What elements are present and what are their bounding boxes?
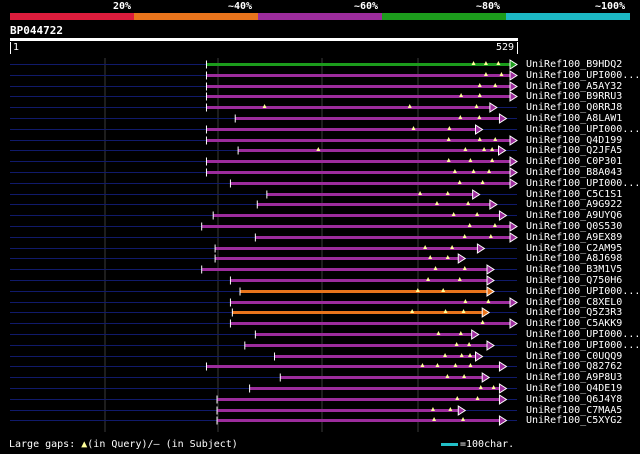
hit-arrow-icon — [471, 329, 480, 340]
hit-alignment-bar[interactable] — [230, 279, 488, 282]
scale-label: =100char. — [460, 439, 515, 450]
hit-label-link[interactable]: UniRef100_C5XYG2 — [526, 415, 622, 426]
hit-alignment-bar[interactable] — [206, 128, 477, 131]
hit-arrow-icon — [509, 297, 518, 308]
hit-label-link[interactable]: UniRef100_Q6J4Y8 — [526, 394, 622, 405]
hit-arrow-icon — [486, 286, 495, 297]
hit-alignment-bar[interactable] — [238, 149, 500, 152]
hit-alignment-bar[interactable] — [206, 139, 511, 142]
hit-arrow-icon — [509, 167, 518, 178]
hit-label-link[interactable]: UniRef100_A9G922 — [526, 199, 622, 210]
hit-alignment-bar[interactable] — [206, 85, 511, 88]
hit-label-link[interactable]: UniRef100_UPI000... — [526, 70, 640, 81]
hit-arrow-icon — [498, 415, 508, 426]
hit-label-link[interactable]: UniRef100_C5AKK9 — [526, 318, 622, 329]
hit-label-link[interactable]: UniRef100_UPI000... — [526, 340, 640, 351]
hit-arrow-icon — [457, 405, 467, 416]
hit-alignment-bar[interactable] — [206, 63, 511, 66]
hit-arrow-icon — [474, 351, 484, 362]
hit-label-link[interactable]: UniRef100_A8J698 — [526, 253, 622, 264]
hit-arrow-icon — [486, 275, 495, 286]
hit-label-link[interactable]: UniRef100_B3M1V5 — [526, 264, 622, 275]
hit-alignment-bar[interactable] — [206, 95, 511, 98]
hit-label-link[interactable]: UniRef100_UPI000... — [526, 286, 640, 297]
hit-alignment-bar[interactable] — [201, 268, 488, 271]
hit-arrow-icon — [472, 189, 481, 200]
hit-arrow-icon — [486, 264, 495, 275]
hit-arrow-icon — [498, 383, 508, 394]
hit-label-link[interactable]: UniRef100_Q750H6 — [526, 275, 622, 286]
hit-arrow-icon — [509, 318, 518, 329]
hit-arrow-icon — [509, 91, 518, 102]
hit-label-link[interactable]: UniRef100_Q0RRJ8 — [526, 102, 622, 113]
hit-label-link[interactable]: UniRef100_UPI000... — [526, 329, 640, 340]
subject-gap-text: (in Subject) — [159, 439, 238, 450]
hit-alignment-bar[interactable] — [230, 301, 511, 304]
hit-alignment-bar[interactable] — [249, 387, 501, 390]
hit-alignment-bar[interactable] — [217, 419, 501, 422]
hit-arrow-icon — [509, 81, 518, 92]
hit-arrow-icon — [498, 361, 508, 372]
hit-alignment-bar[interactable] — [240, 290, 488, 293]
hit-alignment-bar[interactable] — [230, 322, 511, 325]
hit-alignment-bar[interactable] — [206, 106, 491, 109]
hit-label-link[interactable]: UniRef100_B9RRU3 — [526, 91, 622, 102]
hit-arrow-icon — [509, 221, 518, 232]
hit-alignment-bar[interactable] — [257, 203, 491, 206]
gap-legend-label: Large gaps: — [9, 439, 82, 450]
hit-alignment-bar[interactable] — [201, 225, 511, 228]
hit-label-link[interactable]: UniRef100_A9UYQ6 — [526, 210, 622, 221]
hit-arrow-icon — [476, 243, 486, 254]
hit-arrow-icon — [457, 253, 467, 264]
hit-alignment-bar[interactable] — [206, 74, 511, 77]
hit-arrow-icon — [498, 113, 508, 124]
hit-label-link[interactable]: UniRef100_A9EX89 — [526, 232, 622, 243]
hit-label-link[interactable]: UniRef100_Q82762 — [526, 361, 622, 372]
hit-alignment-bar[interactable] — [255, 236, 511, 239]
hit-arrow-icon — [509, 70, 518, 81]
hit-label-link[interactable]: UniRef100_A8LAW1 — [526, 113, 622, 124]
hit-arrow-icon — [509, 59, 518, 70]
hit-alignment-bar[interactable] — [215, 257, 460, 260]
hit-alignment-bar[interactable] — [213, 214, 501, 217]
hit-arrow-icon — [474, 124, 484, 135]
hit-label-link[interactable]: UniRef100_UPI000... — [526, 124, 640, 135]
hit-alignment-bar[interactable] — [280, 376, 484, 379]
hit-label-link[interactable]: UniRef100_Q0S530 — [526, 221, 622, 232]
hit-label-link[interactable]: UniRef100_A9P8U3 — [526, 372, 622, 383]
hit-arrow-icon — [497, 145, 507, 156]
hit-alignment-bar[interactable] — [215, 247, 479, 250]
hit-arrow-icon — [498, 394, 508, 405]
hit-alignment-bar[interactable] — [230, 182, 511, 185]
hit-alignment-bar[interactable] — [206, 171, 511, 174]
hit-label-link[interactable]: UniRef100_Q2JFA5 — [526, 145, 622, 156]
hit-label-link[interactable]: UniRef100_Q4DE19 — [526, 383, 622, 394]
hit-arrow-icon — [489, 102, 498, 113]
hit-arrow-icon — [489, 199, 498, 210]
hit-arrow-icon — [509, 135, 518, 146]
hit-alignment-bar[interactable] — [206, 160, 511, 163]
hit-label-link[interactable]: UniRef100_Q5Z3R3 — [526, 307, 622, 318]
hit-label-link[interactable]: UniRef100_UPI000... — [526, 178, 640, 189]
hit-arrow-icon — [486, 340, 495, 351]
hit-arrow-icon — [509, 178, 518, 189]
hit-arrow-icon — [481, 307, 491, 318]
hit-arrow-icon — [509, 156, 518, 167]
hit-label-link[interactable]: UniRef100_B9HDQ2 — [526, 59, 622, 70]
hit-arrow-icon — [481, 372, 491, 383]
hit-alignment-bar[interactable] — [217, 409, 460, 412]
hit-arrow-icon — [498, 210, 508, 221]
query-gap-text: (in Query)/ — [87, 439, 154, 450]
hit-arrow-icon — [509, 232, 518, 243]
hit-alignment-bar[interactable] — [266, 193, 474, 196]
scale-swatch — [441, 443, 458, 446]
hit-label-link[interactable]: UniRef100_B8A043 — [526, 167, 622, 178]
gap-legend: Large gaps: ▲(in Query)/– (in Subject) — [9, 439, 238, 450]
hit-label-link[interactable]: UniRef100_C0P301 — [526, 156, 622, 167]
hit-alignment-bar[interactable] — [244, 344, 488, 347]
